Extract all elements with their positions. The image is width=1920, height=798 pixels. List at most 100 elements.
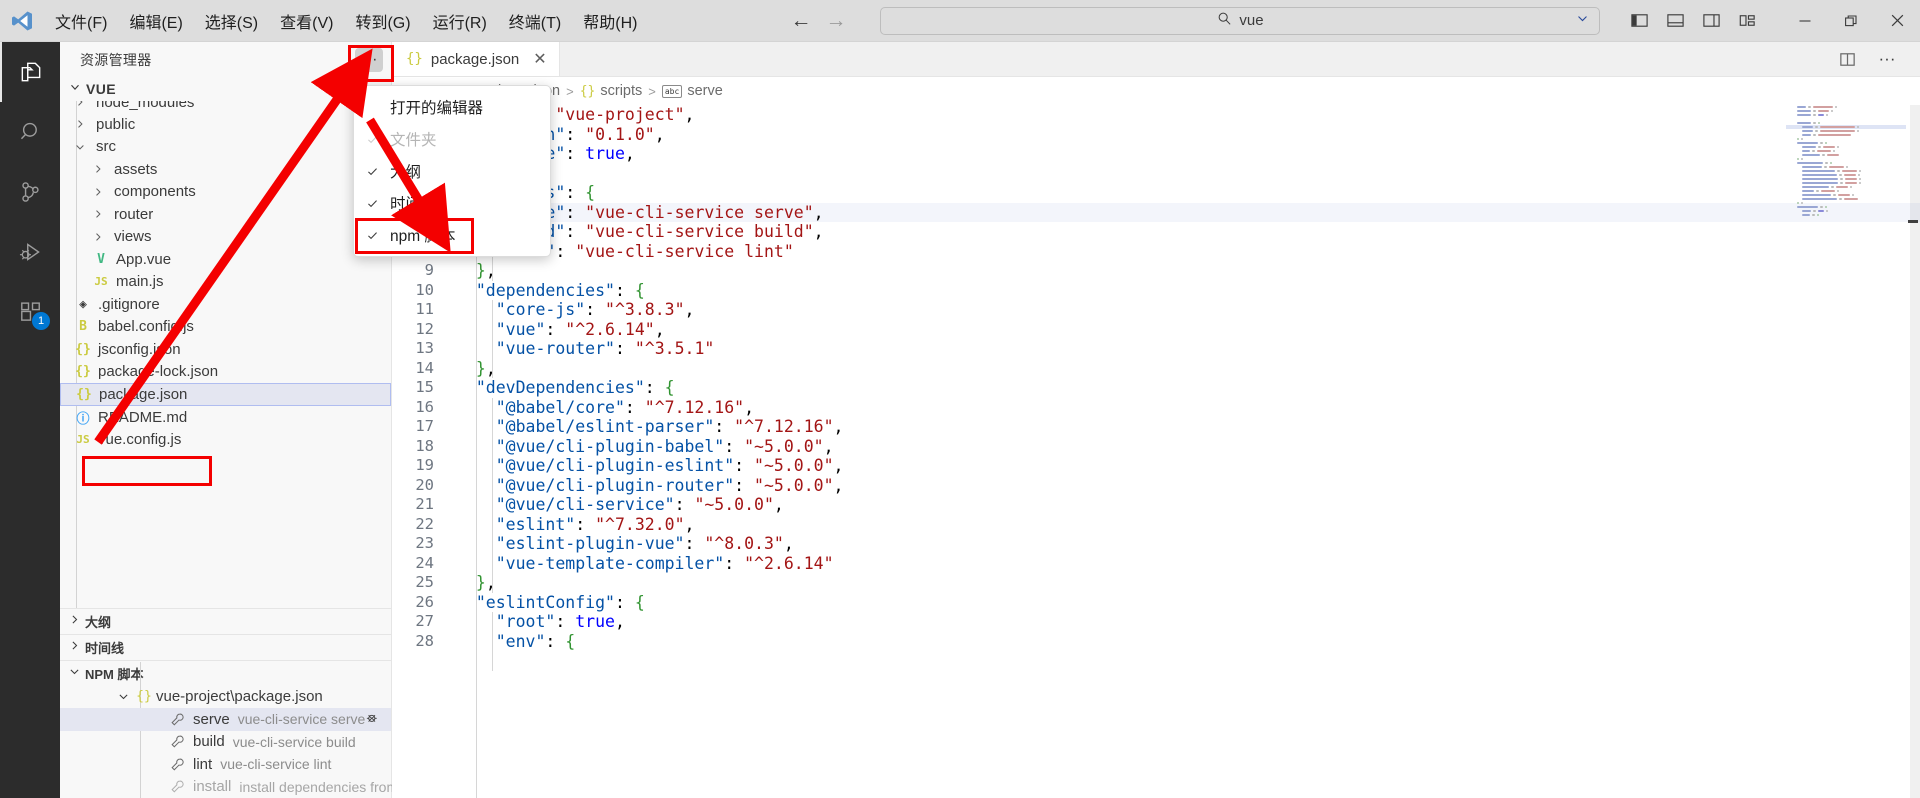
- go-forward-icon[interactable]: →: [825, 10, 846, 31]
- breadcrumb-item-scripts[interactable]: {} scripts: [580, 83, 643, 99]
- toggle-panel-icon[interactable]: [1658, 4, 1692, 38]
- menu-terminal[interactable]: 终端(T): [498, 0, 572, 42]
- file-tree-row[interactable]: node_modules: [60, 101, 391, 113]
- code-line[interactable]: 11 "core-js": "^3.8.3",: [392, 300, 1920, 320]
- file-tree-row[interactable]: {} package.json: [60, 383, 391, 406]
- code-line[interactable]: 28 "env": {: [392, 632, 1920, 652]
- code-line[interactable]: 12 "vue": "^2.6.14",: [392, 320, 1920, 340]
- window-restore-button[interactable]: [1828, 0, 1874, 42]
- menu-run[interactable]: 运行(R): [422, 0, 498, 42]
- menu-go[interactable]: 转到(G): [344, 0, 421, 42]
- code-line[interactable]: 21 "@vue/cli-service": "~5.0.0",: [392, 495, 1920, 515]
- file-tree-row[interactable]: Bbabel.config.js: [60, 316, 391, 339]
- menu-edit[interactable]: 编辑(E): [118, 0, 193, 42]
- code-line[interactable]: 14 },: [392, 359, 1920, 379]
- code-line[interactable]: 18 "@vue/cli-plugin-babel": "~5.0.0",: [392, 437, 1920, 457]
- file-tree-row[interactable]: V App.vue: [60, 248, 391, 271]
- menu-file[interactable]: 文件(F): [44, 0, 118, 42]
- breadcrumb-item-serve[interactable]: abc serve: [661, 83, 723, 99]
- context-menu-item[interactable]: 时间线: [354, 187, 550, 219]
- menu-help[interactable]: 帮助(H): [572, 0, 648, 42]
- file-tree-row[interactable]: ⓘ README.md: [60, 406, 391, 429]
- command-center-search[interactable]: vue: [880, 6, 1601, 35]
- file-tree-row[interactable]: router: [60, 203, 391, 226]
- window-minimize-button[interactable]: [1782, 0, 1828, 42]
- code-line[interactable]: 10 "dependencies": {: [392, 281, 1920, 301]
- js-file-icon: JS: [76, 433, 90, 447]
- code-line[interactable]: 1 "name": "vue-project",: [392, 105, 1920, 125]
- code-line[interactable]: 17 "@babel/eslint-parser": "^7.12.16",: [392, 417, 1920, 437]
- window-close-button[interactable]: [1874, 0, 1920, 42]
- menu-view[interactable]: 查看(V): [269, 0, 344, 42]
- split-editor-right-icon[interactable]: [1830, 42, 1864, 76]
- editor-tab-package-json[interactable]: {} package.json ✕: [392, 42, 560, 76]
- code-line[interactable]: 8 "lint": "vue-cli-service lint": [392, 242, 1920, 262]
- code-line[interactable]: 19 "@vue/cli-plugin-eslint": "~5.0.0",: [392, 456, 1920, 476]
- code-line[interactable]: 15 "devDependencies": {: [392, 378, 1920, 398]
- line-number: 27: [415, 612, 434, 630]
- code-line[interactable]: 3 "private": true,: [392, 144, 1920, 164]
- code-line[interactable]: 20 "@vue/cli-plugin-router": "~5.0.0",: [392, 476, 1920, 496]
- sidebar-item-search[interactable]: [0, 102, 60, 162]
- sidebar-item-explorer[interactable]: [0, 42, 60, 102]
- code-line[interactable]: 13 "vue-router": "^3.5.1": [392, 339, 1920, 359]
- code-editor[interactable]: 1 "name": "vue-project",2 "version": "0.…: [392, 105, 1920, 798]
- close-icon[interactable]: ✕: [533, 49, 546, 69]
- context-menu-item[interactable]: 打开的编辑器: [354, 91, 550, 123]
- go-back-icon[interactable]: ←: [790, 10, 811, 31]
- line-number: 28: [415, 631, 434, 650]
- file-tree-row[interactable]: {} jsconfig.json: [60, 338, 391, 361]
- toggle-primary-sidebar-icon[interactable]: [1622, 4, 1656, 38]
- code-line[interactable]: 4: [392, 164, 1920, 184]
- code-line[interactable]: 16 "@babel/core": "^7.12.16",: [392, 398, 1920, 418]
- chevron-down-icon[interactable]: [1576, 12, 1589, 30]
- context-menu-item[interactable]: 文件夹: [354, 123, 550, 155]
- customize-layout-icon[interactable]: [1730, 4, 1764, 38]
- sidebar-item-source-control[interactable]: [0, 162, 60, 222]
- npm-script-row-build[interactable]: build vue-cli-service build: [60, 731, 391, 754]
- more-editor-actions-icon[interactable]: ···: [1870, 42, 1904, 76]
- sidebar-item-extensions[interactable]: 1: [0, 282, 60, 342]
- code-line[interactable]: 22 "eslint": "^7.32.0",: [392, 515, 1920, 535]
- file-tree-row[interactable]: JS main.js: [60, 271, 391, 294]
- line-number: 20: [415, 475, 434, 494]
- code-line-text: "@vue/cli-plugin-eslint": "~5.0.0",: [495, 456, 844, 475]
- pane-header-outline[interactable]: 大纲: [60, 607, 391, 634]
- debug-script-icon[interactable]: [365, 709, 382, 730]
- code-line[interactable]: 26 "eslintConfig": {: [392, 593, 1920, 613]
- code-line[interactable]: 25 },: [392, 573, 1920, 593]
- npm-script-row-lint[interactable]: lint vue-cli-service lint: [60, 753, 391, 776]
- pane-header-timeline[interactable]: 时间线: [60, 633, 391, 660]
- file-tree-row[interactable]: assets: [60, 158, 391, 181]
- code-line[interactable]: 9 },: [392, 261, 1920, 281]
- context-menu-item[interactable]: 大纲: [354, 155, 550, 187]
- code-line[interactable]: 23 "eslint-plugin-vue": "^8.0.3",: [392, 534, 1920, 554]
- file-tree-row[interactable]: src: [60, 136, 391, 159]
- file-tree-row[interactable]: views: [60, 226, 391, 249]
- explorer-more-actions-button[interactable]: ···: [355, 47, 383, 72]
- context-menu-item[interactable]: npm 脚本: [354, 219, 550, 251]
- npm-package-file-row[interactable]: {} vue-project\package.json: [60, 686, 391, 709]
- code-line[interactable]: 24 "vue-template-compiler": "^2.6.14": [392, 554, 1920, 574]
- chevron-right-icon: [90, 186, 106, 198]
- code-line-text: "root": true,: [495, 612, 625, 631]
- code-line[interactable]: 2 "version": "0.1.0",: [392, 125, 1920, 145]
- menu-selection[interactable]: 选择(S): [194, 0, 269, 42]
- code-line[interactable]: 7 "build": "vue-cli-service build",: [392, 222, 1920, 242]
- file-tree-row[interactable]: ◈ .gitignore: [60, 293, 391, 316]
- sidebar-item-run-and-debug[interactable]: [0, 222, 60, 282]
- workspace-root-row[interactable]: VUE: [60, 77, 391, 101]
- editor-scrollbar[interactable]: [1910, 105, 1920, 798]
- code-line[interactable]: 6 "serve": "vue-cli-service serve",: [392, 202, 1920, 222]
- toggle-secondary-sidebar-icon[interactable]: [1694, 4, 1728, 38]
- file-tree-row[interactable]: JS vue.config.js: [60, 429, 391, 452]
- pane-header-npm-scripts[interactable]: NPM 脚本: [60, 659, 391, 686]
- npm-script-row-install[interactable]: install install dependencies from ...: [60, 776, 414, 798]
- file-tree-row[interactable]: public: [60, 113, 391, 136]
- file-tree-row[interactable]: components: [60, 181, 391, 204]
- code-line[interactable]: 5 "scripts": {: [392, 183, 1920, 203]
- code-line[interactable]: 27 "root": true,: [392, 612, 1920, 632]
- npm-script-row-serve[interactable]: serve vue-cli-service serve: [60, 708, 404, 731]
- code-line-text: "eslintConfig": {: [475, 592, 645, 612]
- file-tree-row[interactable]: {} package-lock.json: [60, 361, 391, 384]
